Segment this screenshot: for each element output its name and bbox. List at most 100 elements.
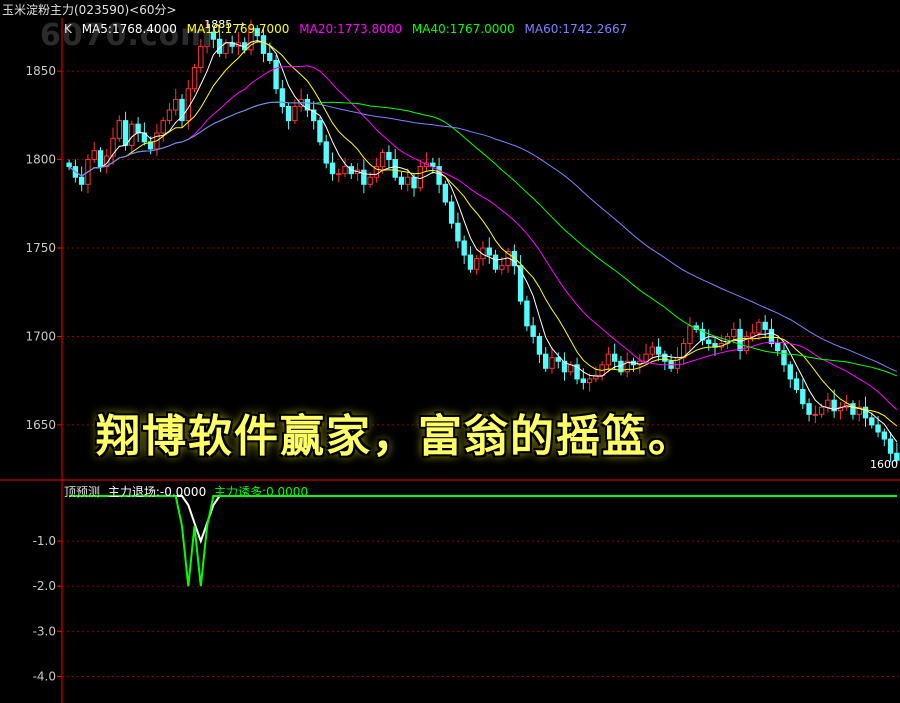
candle-body <box>122 120 129 146</box>
indicator-exit-legend: 主力退场:-0.0000 <box>107 485 207 499</box>
candle-body <box>812 413 819 416</box>
candle-body <box>737 328 743 352</box>
candle-body <box>486 247 492 256</box>
candle-body <box>524 300 530 327</box>
candle-body <box>768 328 775 345</box>
candle-body <box>379 151 386 168</box>
candle-body <box>260 35 267 54</box>
low-annotation: 1600 <box>870 458 898 471</box>
candle-body <box>405 176 411 185</box>
candle-body <box>530 325 536 337</box>
candle-body <box>611 353 618 362</box>
candle-body <box>317 120 323 143</box>
candle-body <box>91 150 97 161</box>
ma-legend-prefix: K <box>64 22 72 36</box>
candle-body <box>135 123 141 134</box>
candle-body <box>881 431 888 440</box>
candle-body <box>580 378 587 383</box>
candle-body <box>448 201 455 224</box>
indicator-lure-legend: 主力诱多:0.0000 <box>214 485 309 499</box>
y-tick-label: 1650 <box>25 418 56 432</box>
candle-body <box>342 166 348 175</box>
candle-body <box>323 141 329 164</box>
candle-body <box>586 378 593 383</box>
candle-body <box>543 353 549 369</box>
candle-body <box>649 346 656 355</box>
indicator-tick-label: -2.0 <box>33 579 56 593</box>
candle-body <box>110 137 116 157</box>
y-tick-label: 1850 <box>25 64 56 78</box>
candle-body <box>78 176 85 185</box>
candle-body <box>762 321 768 330</box>
candle-body <box>267 52 273 61</box>
candle-body <box>398 176 405 185</box>
candle-body <box>492 254 499 270</box>
candle-body <box>116 120 122 139</box>
y-tick-label: 1800 <box>25 153 56 167</box>
candle-body <box>643 353 649 362</box>
ma40-legend: MA40:1767.0000 <box>411 22 515 36</box>
promo-banner: 翔博软件赢家，富翁的摇篮。 <box>96 411 694 462</box>
candle-body <box>731 328 737 337</box>
y-tick-label: 1750 <box>25 241 56 255</box>
candle-body <box>411 176 417 189</box>
candle-body <box>818 406 825 415</box>
candle-body <box>166 109 173 122</box>
indicator-tick-label: -4.0 <box>33 669 56 683</box>
candle-body <box>499 265 505 270</box>
candle-body <box>392 159 398 178</box>
candle-body <box>793 378 800 391</box>
candle-body <box>292 105 298 122</box>
chart-canvas[interactable]: 165017001750180018501885 →1600-1.0-2.0-3… <box>0 0 900 703</box>
candle-body <box>775 343 781 352</box>
candle-body <box>367 176 373 185</box>
candle-body <box>787 364 793 380</box>
indicator-tick-label: -1.0 <box>33 534 56 548</box>
candle-body <box>273 59 279 90</box>
candle-body <box>655 346 662 355</box>
ma20-legend: MA20:1773.8000 <box>299 22 403 36</box>
candle-body <box>474 258 480 270</box>
candle-body <box>706 339 712 345</box>
candle-body <box>97 150 104 168</box>
chart-title: 玉米淀粉主力(023590)<60分> <box>2 3 177 17</box>
candle-body <box>806 403 812 415</box>
candle-body <box>386 151 392 161</box>
ma10-legend: MA10:1769.7000 <box>186 22 290 36</box>
candle-body <box>361 169 367 185</box>
candle-body <box>467 254 474 270</box>
candle-body <box>800 389 806 405</box>
indicator-legend: 顶预测 主力退场:-0.0000 主力诱多:0.0000 <box>64 483 312 500</box>
candle-body <box>442 183 449 203</box>
candle-body <box>455 222 461 242</box>
candle-body <box>336 173 342 176</box>
candle-body <box>129 123 135 146</box>
candle-body <box>285 105 292 122</box>
candle-body <box>461 240 467 256</box>
candle-body <box>555 357 561 362</box>
ma60-legend: MA60:1742.2667 <box>524 22 628 36</box>
candle-body <box>862 406 869 419</box>
candle-body <box>887 438 894 454</box>
candle-body <box>781 350 787 366</box>
ma-legend: K MA5:1768.4000 MA10:1769.7000 MA20:1773… <box>64 22 633 36</box>
candle-body <box>687 325 693 345</box>
candle-body <box>825 399 831 408</box>
candle-body <box>66 162 72 168</box>
indicator-name: 顶预测 <box>64 485 101 499</box>
candle-body <box>549 357 555 369</box>
candle-body <box>329 162 336 175</box>
indicator-tick-label: -3.0 <box>33 624 56 638</box>
candle-body <box>875 424 881 433</box>
candle-body <box>417 166 423 189</box>
candle-body <box>605 353 612 366</box>
ma5-legend: MA5:1768.4000 <box>81 22 177 36</box>
candle-body <box>869 417 875 426</box>
candle-body <box>756 321 762 334</box>
candle-body <box>173 98 179 111</box>
candle-body <box>536 335 543 355</box>
candle-body <box>160 120 166 134</box>
candle-body <box>191 67 198 90</box>
candle-body <box>279 88 286 107</box>
y-tick-label: 1700 <box>25 329 56 343</box>
